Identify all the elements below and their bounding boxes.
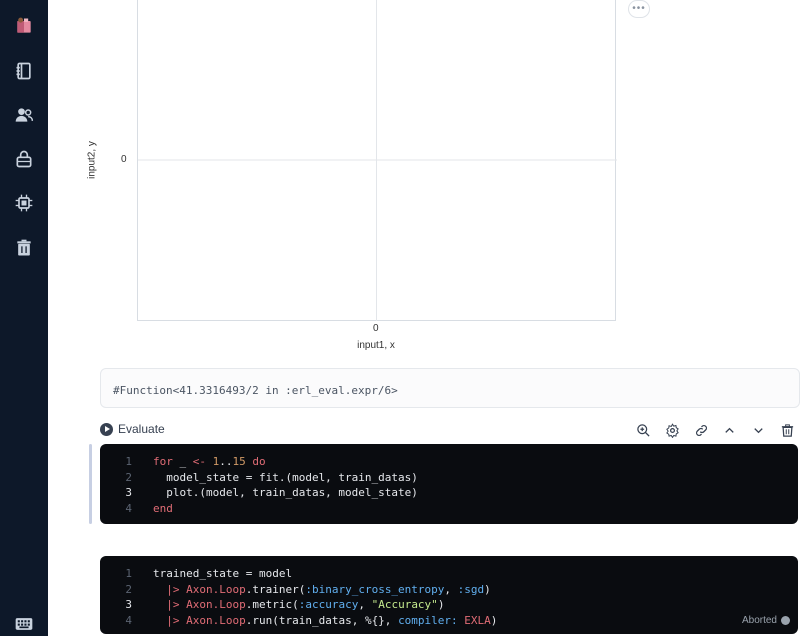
chevron-up-icon[interactable] <box>720 421 738 439</box>
cell-toolbar: Evaluate <box>100 420 800 440</box>
code-cell-1[interactable]: 1 for _ <- 1..15 do 2 model_state = fit.(… <box>100 444 798 524</box>
code-line: 3 plot.(model, train_datas, model_state) <box>100 485 798 501</box>
cell-output: #Function<41.3316493/2 in :erl_eval.expr… <box>100 368 800 408</box>
cell-status: Aborted <box>742 615 790 626</box>
lock-icon[interactable] <box>12 147 36 171</box>
line-number: 2 <box>125 470 132 484</box>
logo-icon[interactable] <box>12 14 36 38</box>
code-text: plot.(model, train_datas, model_state) <box>153 486 418 499</box>
status-label: Aborted <box>741 615 777 626</box>
zoom-icon[interactable] <box>634 421 652 439</box>
y-tick-label: 0 <box>121 154 127 165</box>
line-number: 2 <box>125 582 132 596</box>
x-tick-label: 0 <box>373 323 379 334</box>
settings-icon[interactable] <box>663 421 681 439</box>
code-line: 1 trained_state = model <box>100 566 798 582</box>
code-text: |> Axon.Loop.run(train_datas, %{}, compi… <box>166 613 498 627</box>
plot-svg <box>138 0 617 321</box>
keyboard-icon[interactable] <box>12 612 36 636</box>
users-icon[interactable] <box>12 103 36 127</box>
output-text: #Function<41.3316493/2 in :erl_eval.expr… <box>113 384 398 397</box>
code-line: 4 end <box>100 501 798 517</box>
x-axis-label: input1, x <box>357 340 395 351</box>
code-text: end <box>153 501 173 515</box>
cell-focus-indicator <box>89 444 92 524</box>
y-axis-label: input2, y <box>86 141 98 179</box>
code-line: 3 |> Axon.Loop.metric(:accuracy, "Accura… <box>100 597 798 613</box>
code-text: |> Axon.Loop.trainer(:binary_cross_entro… <box>166 582 491 596</box>
trash-icon[interactable] <box>12 236 36 260</box>
ellipsis-icon: ••• <box>632 3 646 14</box>
sidebar <box>0 0 48 636</box>
code-text: for _ <- 1..15 do <box>153 455 266 468</box>
chip-icon[interactable] <box>12 191 36 215</box>
code-line: 1 for _ <- 1..15 do <box>100 454 798 470</box>
plot-area <box>137 0 617 321</box>
code-line: 2 |> Axon.Loop.trainer(:binary_cross_ent… <box>100 582 798 598</box>
code-line: 2 model_state = fit.(model, train_datas) <box>100 470 798 486</box>
code-line: 4 |> Axon.Loop.run(train_datas, %{}, com… <box>100 613 798 629</box>
status-dot-icon <box>781 616 790 625</box>
line-number: 3 <box>125 486 132 499</box>
line-number: 4 <box>125 501 132 515</box>
line-number: 4 <box>125 613 132 627</box>
code-text: trained_state = model <box>153 567 293 580</box>
notebook-icon[interactable] <box>12 59 36 83</box>
play-icon <box>100 422 113 436</box>
more-options-button[interactable]: ••• <box>628 0 650 18</box>
code-text: model_state = fit.(model, train_datas) <box>153 470 418 484</box>
link-icon[interactable] <box>692 421 710 439</box>
line-number: 3 <box>125 598 132 611</box>
delete-cell-icon[interactable] <box>778 421 796 439</box>
code-text: |> Axon.Loop.metric(:accuracy, "Accuracy… <box>166 598 445 611</box>
evaluate-button[interactable]: Evaluate <box>100 422 165 436</box>
chevron-down-icon[interactable] <box>749 421 767 439</box>
line-number: 1 <box>125 567 132 580</box>
code-cell-2[interactable]: 1 trained_state = model 2 |> Axon.Loop.tr… <box>100 556 798 634</box>
line-number: 1 <box>125 455 132 468</box>
evaluate-label: Evaluate <box>118 422 165 436</box>
